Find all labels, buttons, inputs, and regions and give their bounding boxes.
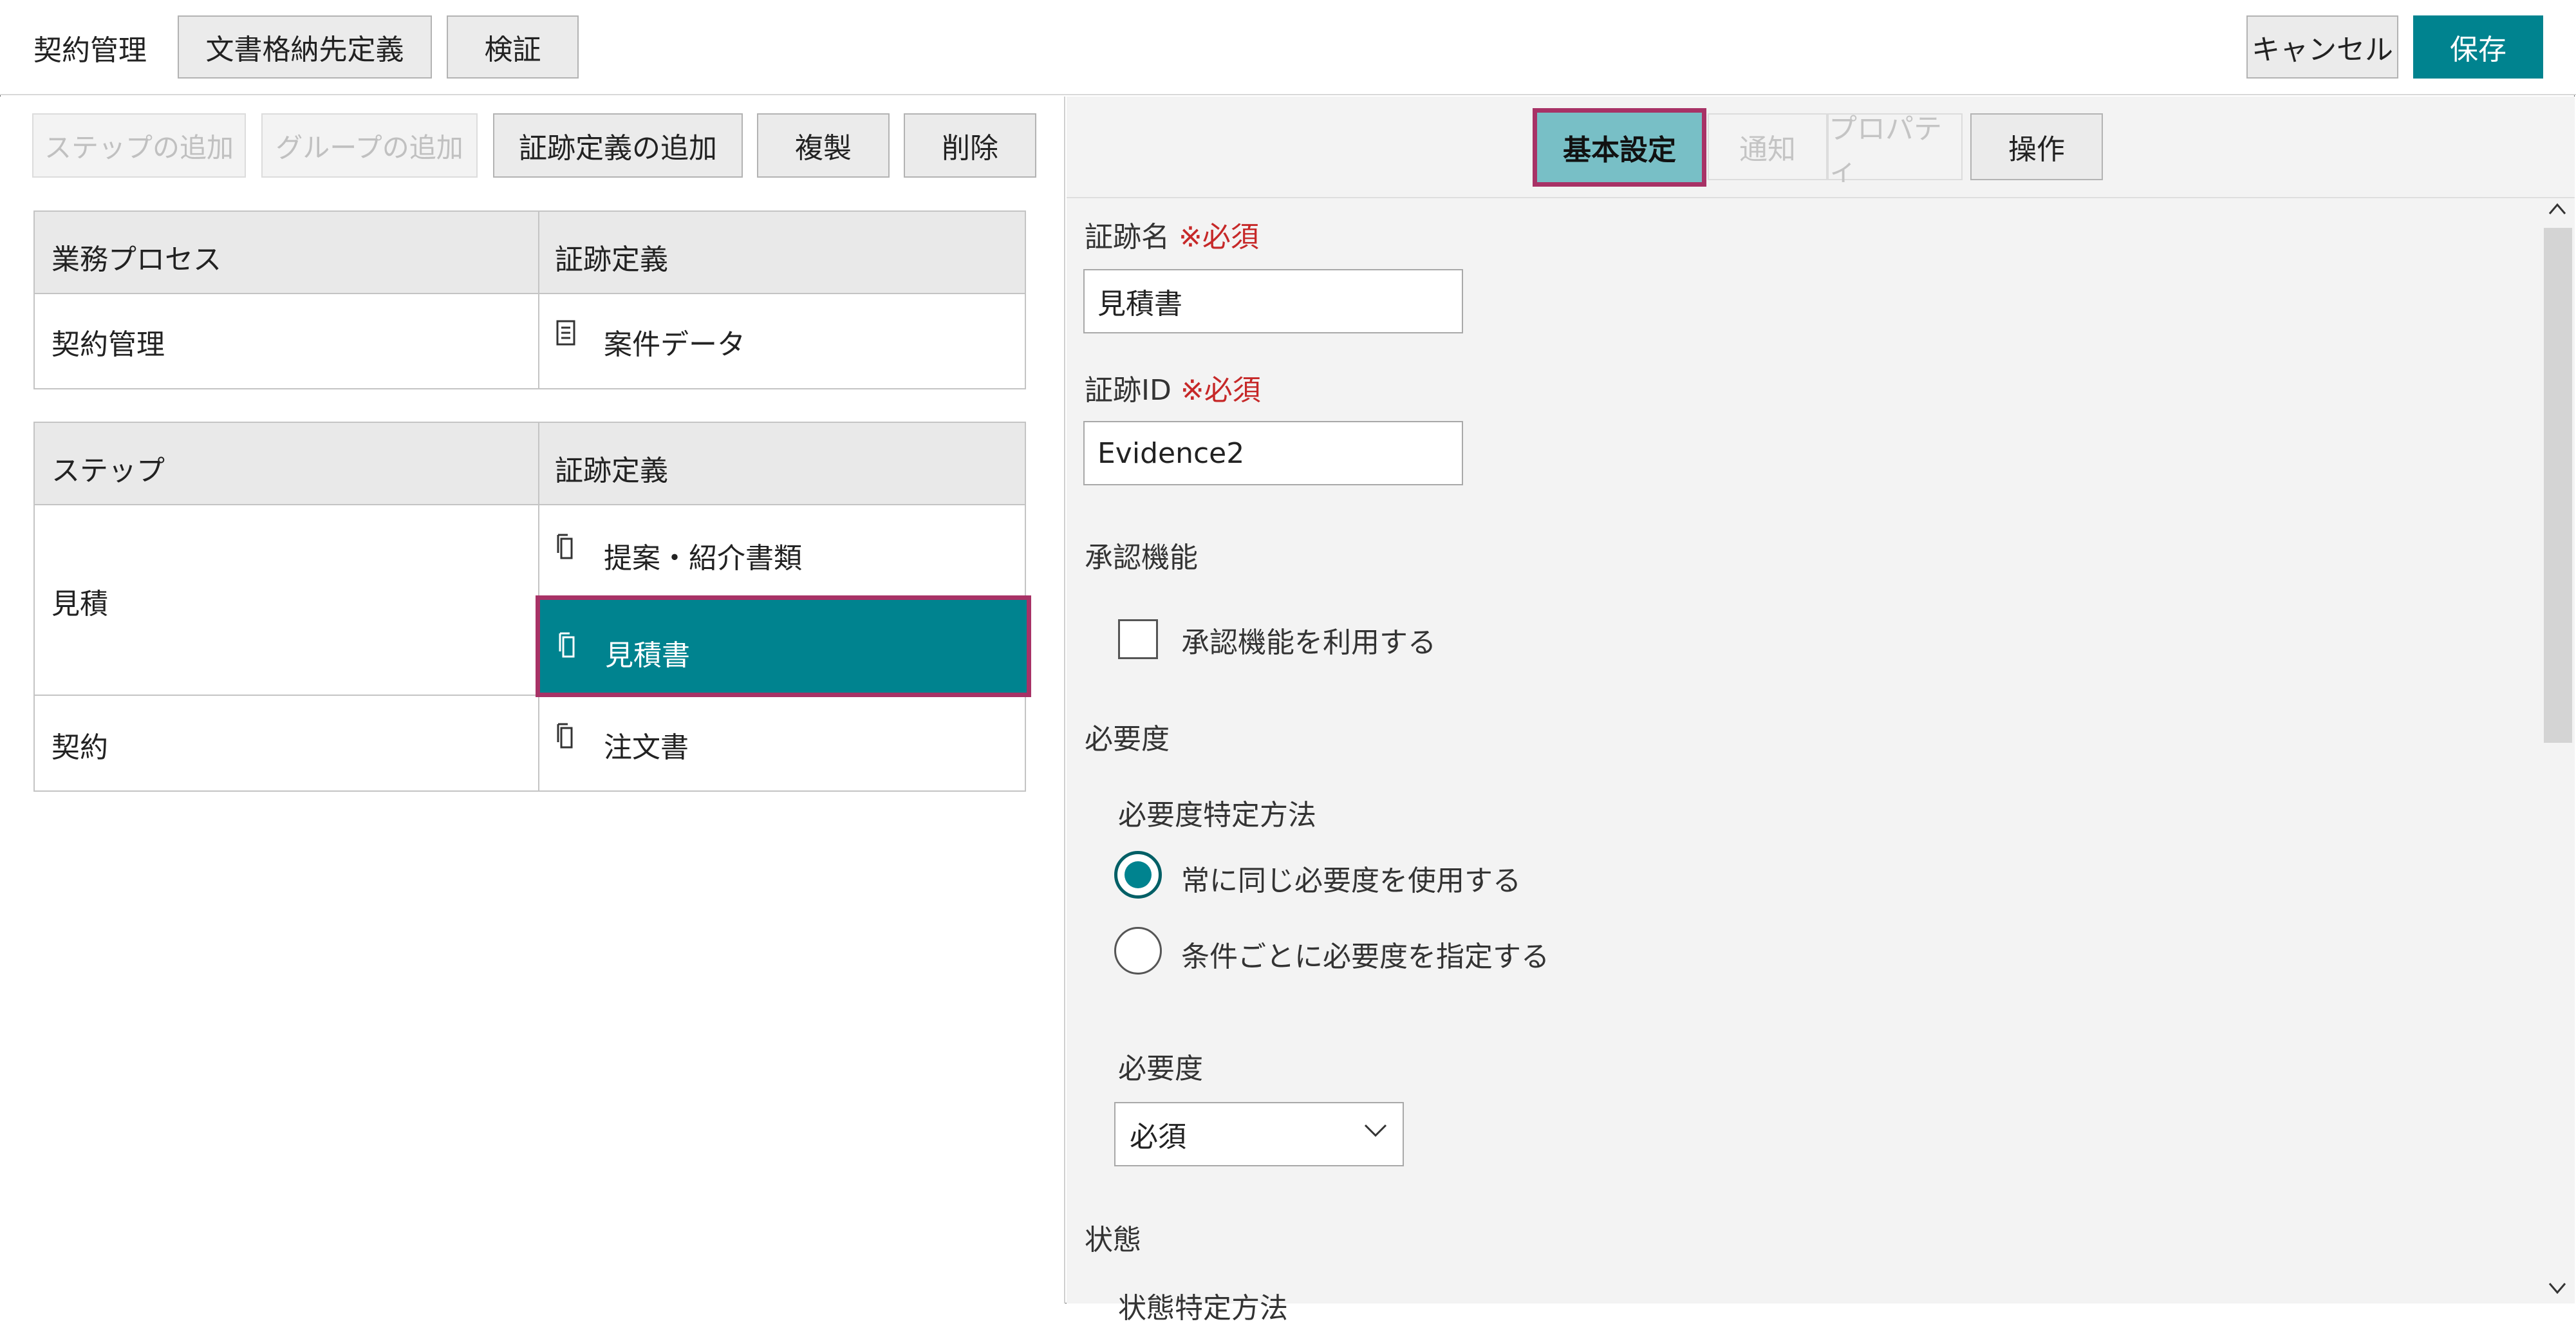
save-button[interactable]: 保存 bbox=[2413, 15, 2543, 79]
necessity-select-value: 必須 bbox=[1130, 1121, 1186, 1153]
scroll-down-icon[interactable] bbox=[2546, 1278, 2569, 1298]
scroll-up-icon[interactable] bbox=[2546, 200, 2569, 219]
scroll-thumb[interactable] bbox=[2544, 228, 2572, 743]
radio-conditional-necessity-label[interactable]: 条件ごとに必要度を指定する bbox=[1181, 933, 1549, 975]
necessity-select[interactable]: 必須 bbox=[1114, 1102, 1404, 1166]
required-mark: ※必須 bbox=[1180, 374, 1261, 407]
copy-document-icon bbox=[559, 632, 575, 658]
evidence-name-input[interactable]: 見積書 bbox=[1083, 269, 1463, 333]
vertical-scrollbar[interactable] bbox=[2540, 198, 2575, 1303]
header-bar: 契約管理 文書格納先定義 検証 キャンセル 保存 bbox=[0, 0, 2576, 95]
approval-section-title: 承認機能 bbox=[1085, 541, 1198, 574]
radio-same-necessity[interactable] bbox=[1114, 851, 1162, 899]
step-name-mitsumori[interactable]: 見積 bbox=[51, 581, 108, 622]
document-storage-button[interactable]: 文書格納先定義 bbox=[178, 15, 432, 79]
tab-operation[interactable]: 操作 bbox=[1970, 113, 2103, 180]
evidence-id-label: 証跡ID ※必須 bbox=[1085, 374, 1261, 407]
column-divider bbox=[538, 212, 539, 388]
properties-pane: 基本設定 通知 プロパティ 操作 証跡名 ※必須 見積書 証跡ID ※必須 Evid… bbox=[1067, 97, 2575, 1325]
evidence-name-label: 証跡名 ※必須 bbox=[1085, 221, 1259, 254]
settings-tabbar: 基本設定 通知 プロパティ 操作 bbox=[1067, 97, 2575, 198]
process-evidence-cell[interactable]: 案件データ bbox=[604, 321, 745, 362]
duplicate-button[interactable]: 複製 bbox=[757, 113, 890, 178]
step-table-header bbox=[35, 423, 1025, 505]
radio-same-necessity-label[interactable]: 常に同じ必要度を使用する bbox=[1181, 857, 1521, 899]
approval-checkbox-label[interactable]: 承認機能を利用する bbox=[1181, 619, 1436, 660]
copy-document-icon bbox=[557, 723, 573, 749]
necessity-label: 必要度 bbox=[1118, 1052, 1203, 1085]
evidence-quotation-label: 見積書 bbox=[605, 639, 690, 672]
status-method-label: 状態特定方法 bbox=[1118, 1292, 1288, 1325]
page-title: 契約管理 bbox=[33, 34, 147, 67]
column-header-step: ステップ bbox=[51, 454, 165, 487]
process-table: 業務プロセス 証跡定義 契約管理 案件データ bbox=[33, 210, 1026, 389]
tab-notification[interactable]: 通知 bbox=[1708, 113, 1827, 180]
evidence-quotation-cell-selected[interactable]: 見積書 bbox=[536, 595, 1031, 697]
column-header-evidence: 証跡定義 bbox=[555, 243, 668, 276]
evidence-proposal-cell[interactable]: 提案・紹介書類 bbox=[604, 535, 802, 576]
tab-property[interactable]: プロパティ bbox=[1827, 113, 1963, 187]
copy-document-icon bbox=[557, 534, 573, 559]
necessity-section-title: 必要度 bbox=[1085, 723, 1170, 756]
radio-conditional-necessity[interactable] bbox=[1114, 927, 1162, 975]
add-evidence-button[interactable]: 証跡定義の追加 bbox=[493, 113, 743, 178]
approval-checkbox[interactable] bbox=[1118, 619, 1158, 659]
list-document-icon bbox=[556, 320, 575, 346]
column-header-evidence: 証跡定義 bbox=[555, 454, 668, 487]
required-mark: ※必須 bbox=[1179, 221, 1259, 254]
evidence-order-cell[interactable]: 注文書 bbox=[604, 724, 689, 765]
process-name-cell[interactable]: 契約管理 bbox=[51, 321, 165, 362]
evidence-id-input[interactable]: Evidence2 bbox=[1083, 421, 1463, 485]
step-table: ステップ 証跡定義 見積 提案・紹介書類 見積書 契約 注文書 bbox=[33, 422, 1031, 792]
tab-basic-settings[interactable]: 基本設定 bbox=[1533, 108, 1706, 187]
add-step-button[interactable]: ステップの追加 bbox=[32, 113, 246, 178]
step-name-keiyaku[interactable]: 契約 bbox=[51, 724, 108, 765]
delete-button[interactable]: 削除 bbox=[904, 113, 1036, 178]
add-group-button[interactable]: グループの追加 bbox=[261, 113, 478, 178]
validate-button[interactable]: 検証 bbox=[447, 15, 579, 79]
definition-tree-pane: ステップの追加 グループの追加 証跡定義の追加 複製 削除 業務プロセス 証跡定… bbox=[0, 97, 1065, 1303]
chevron-down-icon bbox=[1364, 1124, 1387, 1137]
cancel-button[interactable]: キャンセル bbox=[2246, 15, 2398, 79]
column-header-process: 業務プロセス bbox=[51, 243, 221, 276]
status-section-title: 状態 bbox=[1085, 1224, 1141, 1256]
necessity-method-label: 必要度特定方法 bbox=[1118, 799, 1316, 832]
